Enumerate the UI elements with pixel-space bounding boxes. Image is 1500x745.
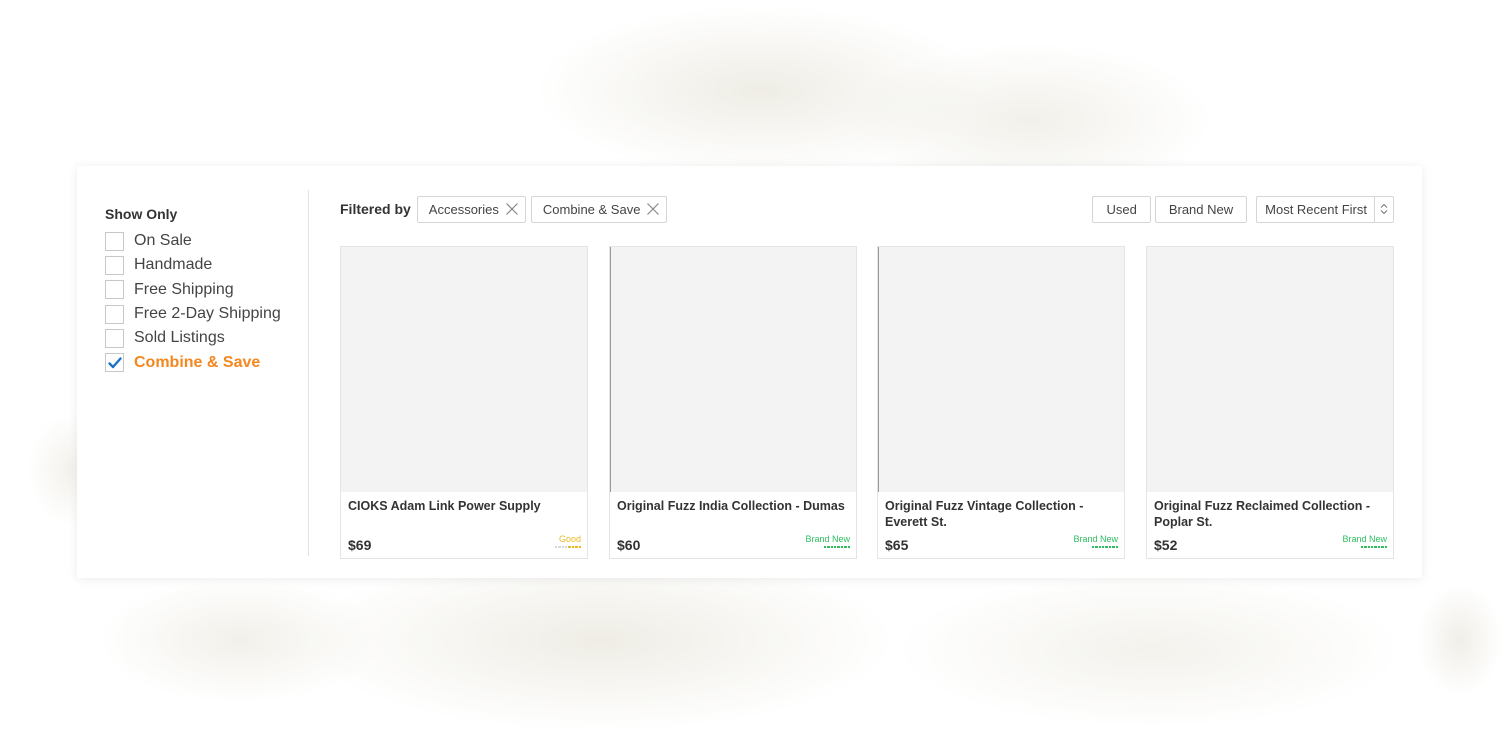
condition-label: Brand New [805,534,850,544]
condition-dot [1384,546,1387,549]
sidebar-divider [308,190,309,556]
condition-label: Brand New [1342,534,1387,544]
filter-label: Combine & Save [134,353,261,371]
condition-meter [805,546,850,549]
condition-dot [1377,546,1381,549]
condition-dot [1102,546,1105,549]
condition-dot [565,546,568,549]
filter-label: Free Shipping [134,280,234,298]
filter-handmade[interactable]: Handmade [105,253,309,277]
condition-dot [575,546,578,549]
condition-dot [554,546,558,549]
listing-image[interactable] [878,247,1124,492]
show-only-heading: Show Only [105,206,178,222]
condition-dot [840,546,844,549]
listing-price: $65 [885,537,909,553]
checkbox[interactable] [105,328,124,348]
condition-dot [1105,546,1108,549]
listing-price: $52 [1154,537,1178,553]
condition-badge: Brand New [1342,534,1387,549]
condition-dot [571,546,575,549]
filter-sidebar: Show Only On Sale Handmade Free Shipping… [105,206,309,375]
listing-card[interactable]: Original Fuzz India Collection - Dumas $… [609,246,857,559]
condition-dot [1091,546,1095,549]
condition-meter [1073,546,1118,549]
filter-label: On Sale [134,232,192,250]
listing-card[interactable]: Original Fuzz Vintage Collection - Evere… [877,246,1125,559]
listing-title[interactable]: Original Fuzz Vintage Collection - Evere… [885,498,1119,530]
filter-chip-combine-and-save[interactable]: Combine & Save [530,195,668,223]
condition-dot [558,546,561,549]
condition-dot [1098,546,1102,549]
listing-title[interactable]: CIOKS Adam Link Power Supply [348,498,582,514]
condition-dot [561,546,565,549]
condition-label: Brand New [1073,534,1118,544]
listing-image[interactable] [341,247,587,492]
condition-dot [847,546,850,549]
listing-title[interactable]: Original Fuzz Reclaimed Collection - Pop… [1154,498,1388,530]
chip-label: Combine & Save [542,201,641,217]
condition-dot [1371,546,1374,549]
condition-meter [554,546,581,549]
filter-label: Sold Listings [134,329,225,347]
condition-label: Good [558,534,581,544]
condition-dot [830,546,834,549]
close-icon[interactable] [505,202,519,216]
filter-sold-listings[interactable]: Sold Listings [105,326,309,350]
checkmark-icon [107,356,122,368]
checkbox[interactable] [105,280,124,300]
filter-label: Handmade [134,256,213,274]
condition-dot [823,546,827,549]
condition-dot [1108,546,1112,549]
filter-combine-and-save[interactable]: Combine & Save [105,350,309,374]
filter-on-sale[interactable]: On Sale [105,229,309,253]
filtered-by-label: Filtered by [340,201,411,217]
condition-dot [1112,546,1115,549]
sort-select[interactable]: Most Recent First [1256,195,1394,223]
condition-badge: Brand New [1073,534,1118,549]
condition-dot [578,546,581,549]
condition-meter [1342,546,1387,549]
listing-title[interactable]: Original Fuzz India Collection - Dumas [617,498,851,514]
condition-dot [568,546,571,549]
listing-price: $69 [348,537,372,553]
condition-badge: Brand New [805,534,850,549]
condition-dot [844,546,847,549]
brand-new-button[interactable]: Brand New [1154,195,1248,223]
checkbox[interactable] [105,304,124,324]
filter-label: Free 2-Day Shipping [134,305,281,323]
listings-panel: Show Only On Sale Handmade Free Shipping… [77,166,1422,578]
used-button[interactable]: Used [1092,195,1151,223]
condition-dot [1364,546,1367,549]
filter-toolbar: Filtered by Accessories Combine & Save U… [340,195,1394,223]
condition-badge: Good [554,534,581,549]
listing-card[interactable]: CIOKS Adam Link Power Supply $69 Good [340,246,588,559]
listing-card[interactable]: Original Fuzz Reclaimed Collection - Pop… [1146,246,1394,559]
listing-image[interactable] [610,247,856,492]
condition-dot [1115,546,1118,549]
chip-label: Accessories [428,201,499,217]
select-arrows-icon [1374,196,1393,222]
condition-dot [1360,546,1364,549]
filter-free-2-day-shipping[interactable]: Free 2-Day Shipping [105,302,309,326]
condition-dot [1095,546,1098,549]
checkbox[interactable] [105,255,124,275]
condition-dot [837,546,840,549]
listing-price: $60 [617,537,641,553]
sort-selected-value: Most Recent First [1265,201,1367,217]
listing-image[interactable] [1147,247,1393,492]
condition-dot [834,546,837,549]
filter-chip-accessories[interactable]: Accessories [416,195,526,223]
close-icon[interactable] [646,202,660,216]
condition-dot [1374,546,1377,549]
checkbox[interactable] [105,231,124,251]
filter-free-shipping[interactable]: Free Shipping [105,278,309,302]
checkbox[interactable] [105,353,124,373]
condition-dot [1367,546,1371,549]
condition-dot [827,546,830,549]
condition-dot [1381,546,1384,549]
